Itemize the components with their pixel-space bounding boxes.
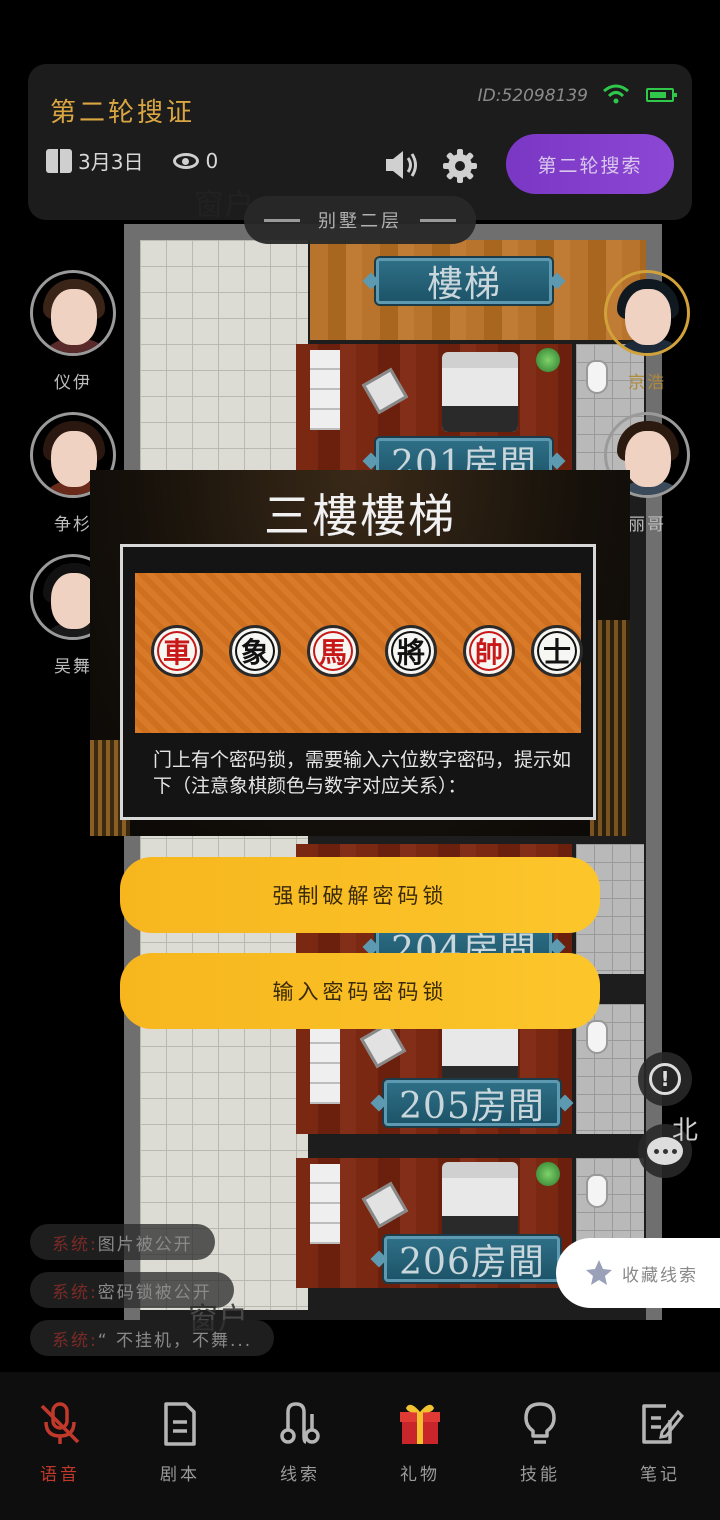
- nav-script[interactable]: 剧本: [120, 1372, 240, 1520]
- gear-icon[interactable]: [442, 148, 478, 184]
- location-indicator: 别墅二层: [244, 196, 476, 244]
- decoration: [590, 620, 630, 836]
- second-round-search-button[interactable]: 第二轮搜索: [506, 134, 674, 194]
- divider: [420, 218, 456, 222]
- note-edit-icon: [642, 1404, 684, 1444]
- book-icon: [46, 148, 72, 173]
- bathroom: [576, 1004, 644, 1134]
- room-206-plaque[interactable]: 206房間: [384, 1236, 560, 1283]
- plant: [536, 348, 560, 372]
- viewer-count: 0: [205, 148, 219, 173]
- chair: [361, 367, 409, 415]
- nav-script-label: 剧本: [160, 1465, 200, 1485]
- room-206-label: 206房間: [399, 1242, 545, 1283]
- nav-gift-label: 礼物: [400, 1465, 440, 1485]
- round-title: 第二轮搜证: [50, 98, 196, 128]
- player-name: 仪伊: [54, 373, 92, 393]
- clue-title: 三樓樓梯: [264, 489, 456, 543]
- report-button[interactable]: !: [638, 1052, 692, 1106]
- star-icon: [586, 1260, 612, 1285]
- lightbulb-icon: [524, 1402, 556, 1444]
- system-message-text: 图片被公开: [97, 1234, 193, 1255]
- system-tag: 系统:: [52, 1330, 98, 1351]
- player-name: 京浩: [628, 373, 666, 393]
- clue-path-icon: [280, 1402, 320, 1444]
- chair: [361, 1181, 409, 1229]
- chess-board: 車象馬將帥士: [135, 573, 583, 733]
- wifi-icon: [603, 84, 629, 104]
- stairs-label: 樓梯: [426, 264, 501, 305]
- location-name: 别墅二层: [318, 211, 402, 232]
- clue-description: 门上有个密码锁，需要输入六位数字密码，提示如下（注意象棋颜色与数字对应关系）：: [153, 749, 572, 797]
- wardrobe: [310, 1164, 340, 1244]
- clue-card: 三樓樓梯 車象馬將帥士 门上有个密码锁，需要输入六位数字密码，提示如下（注意象棋…: [90, 470, 630, 836]
- gift-icon: [400, 1404, 440, 1444]
- toilet: [586, 1020, 608, 1054]
- room-205-plaque[interactable]: 205房間: [384, 1080, 560, 1127]
- collect-clue-label: 收藏线索: [622, 1265, 698, 1286]
- speaker-icon[interactable]: [384, 148, 420, 182]
- nav-clues-label: 线索: [280, 1465, 320, 1485]
- chess-piece-black: 象: [229, 625, 281, 677]
- chess-piece-red: 車: [151, 625, 203, 677]
- bed: [442, 352, 518, 432]
- enter-password-button[interactable]: 输入密码密码锁: [120, 953, 600, 1029]
- system-tag: 系统:: [52, 1234, 98, 1255]
- system-tag: 系统:: [52, 1282, 98, 1303]
- clue-image-box: 車象馬將帥士 门上有个密码锁，需要输入六位数字密码，提示如下（注意象棋颜色与数字…: [120, 544, 596, 820]
- divider: [264, 218, 300, 222]
- eye-icon: [173, 152, 200, 169]
- nav-voice[interactable]: 语音: [0, 1372, 120, 1520]
- nav-notes[interactable]: 笔记: [600, 1372, 720, 1520]
- chess-piece-black: 將: [385, 625, 437, 677]
- document-icon: [164, 1402, 196, 1446]
- battery-icon: [646, 88, 677, 102]
- system-message: 系统: 图片被公开: [30, 1224, 215, 1260]
- game-date: 3月3日: [78, 150, 144, 174]
- player-avatar[interactable]: [30, 270, 116, 356]
- chess-piece-black: 士: [531, 625, 583, 677]
- alert-icon: !: [649, 1063, 681, 1095]
- bottom-navigation: 语音 剧本 线索 礼物 技能 笔记: [0, 1372, 720, 1520]
- bed: [442, 1162, 518, 1242]
- microphone-muted-icon: [40, 1402, 80, 1444]
- nav-skills[interactable]: 技能: [480, 1372, 600, 1520]
- wardrobe: [310, 350, 340, 430]
- nav-notes-label: 笔记: [640, 1465, 680, 1485]
- collect-clue-button[interactable]: 收藏线索: [556, 1238, 720, 1308]
- room-205-label: 205房間: [399, 1086, 545, 1127]
- nav-skills-label: 技能: [520, 1465, 560, 1485]
- chess-piece-red: 馬: [307, 625, 359, 677]
- system-message-text: “ 不挂机，不舞...: [97, 1330, 253, 1351]
- chess-piece-red: 帥: [463, 625, 515, 677]
- nav-clues[interactable]: 线索: [240, 1372, 360, 1520]
- stairs-plaque[interactable]: 樓梯: [376, 258, 552, 305]
- wardrobe: [310, 1024, 340, 1104]
- system-message-text: 密码锁被公开: [97, 1282, 212, 1303]
- nav-gift[interactable]: 礼物: [360, 1372, 480, 1520]
- force-unlock-button[interactable]: 强制破解密码锁: [120, 857, 600, 933]
- toilet: [586, 1174, 608, 1208]
- system-message: 系统: “ 不挂机，不舞...: [30, 1320, 275, 1356]
- player-avatar[interactable]: [604, 270, 690, 356]
- system-message: 系统: 密码锁被公开: [30, 1272, 234, 1308]
- user-id: ID:52098139: [477, 86, 588, 106]
- plant: [536, 1162, 560, 1186]
- nav-voice-label: 语音: [40, 1465, 80, 1485]
- date-row: 3月3日 0: [46, 146, 218, 175]
- compass-label: 北: [672, 1116, 699, 1146]
